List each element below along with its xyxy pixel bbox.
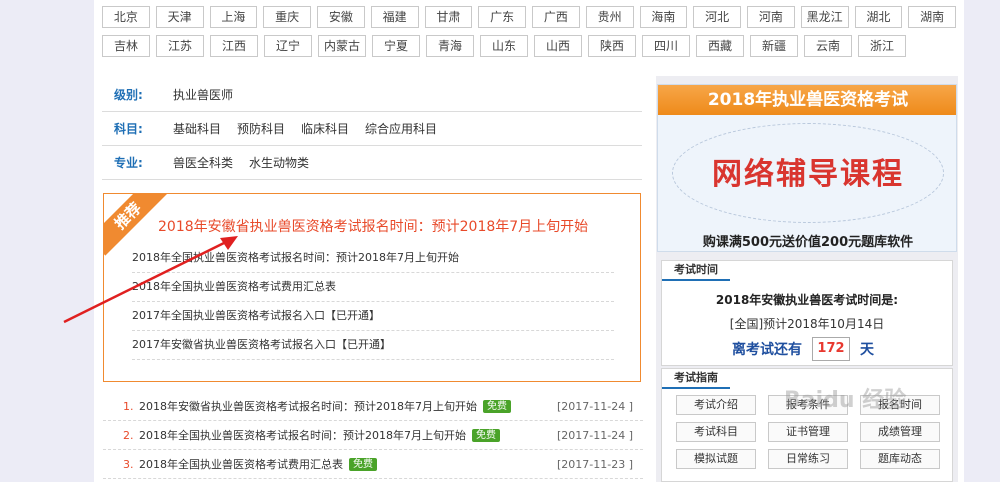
filter-item[interactable]: 执业兽医师 bbox=[173, 86, 233, 103]
province-button[interactable]: 甘肃 bbox=[424, 6, 473, 28]
guide-button[interactable]: 成绩管理 bbox=[860, 422, 940, 442]
province-button[interactable]: 云南 bbox=[804, 35, 852, 57]
news-link[interactable]: 2018年全国执业兽医资格考试费用汇总表 bbox=[139, 456, 343, 472]
province-button[interactable]: 广东 bbox=[478, 6, 526, 28]
province-row: 北京 天津 上海 重庆 安徽 福建 甘肃 广东 广西 贵州 海南 河北 河南 黑龙江 湖北 湖南 bbox=[102, 6, 962, 30]
province-button[interactable]: 江西 bbox=[210, 35, 258, 57]
news-row: 2. 2018年全国执业兽医资格考试报名时间：预计2018年7月上旬开始 免费 … bbox=[103, 421, 643, 450]
banner-title: 2018年执业兽医资格考试 bbox=[658, 85, 956, 115]
guide-button[interactable]: 题库动态 bbox=[860, 449, 940, 469]
filter-item[interactable]: 兽医全科类 bbox=[173, 154, 233, 171]
countdown: 离考试还有 172 天 bbox=[732, 337, 874, 361]
free-badge: 免费 bbox=[349, 457, 377, 471]
right-sidebar: 2018年执业兽医资格考试 网络辅导课程 购课满500元送价值200元题库软件 … bbox=[656, 76, 958, 482]
province-button[interactable]: 重庆 bbox=[263, 6, 311, 28]
guide-button[interactable]: 日常练习 bbox=[768, 449, 848, 469]
filter-item[interactable]: 基础科目 bbox=[173, 120, 221, 137]
guide-button[interactable]: 考试介绍 bbox=[676, 395, 756, 415]
news-link[interactable]: 2018年全国执业兽医资格考试报名时间：预计2018年7月上旬开始 bbox=[139, 427, 466, 443]
countdown-prefix: 离考试还有 bbox=[732, 342, 802, 358]
province-selector: 北京 天津 上海 重庆 安徽 福建 甘肃 广东 广西 贵州 海南 河北 河南 黑龙江 湖北 湖南 吉林 江苏 江西… bbox=[102, 6, 962, 64]
recommend-link[interactable]: 2018年全国执业兽医资格考试费用汇总表 bbox=[132, 273, 614, 302]
filter-item[interactable]: 综合应用科目 bbox=[365, 120, 437, 137]
province-button[interactable]: 四川 bbox=[642, 35, 690, 57]
province-button[interactable]: 青海 bbox=[426, 35, 474, 57]
news-date: [2017-11-24 ] bbox=[556, 399, 633, 413]
guide-button[interactable]: 模拟试题 bbox=[676, 449, 756, 469]
free-badge: 免费 bbox=[483, 399, 511, 413]
province-button[interactable]: 新疆 bbox=[750, 35, 798, 57]
province-button[interactable]: 天津 bbox=[155, 6, 204, 28]
banner-headline: 网络辅导课程 bbox=[712, 157, 904, 192]
province-row: 吉林 江苏 江西 辽宁 内蒙古 宁夏 青海 山东 山西 陕西 四川 西藏 新疆 云南 浙江 bbox=[102, 35, 962, 59]
exam-date: [全国]预计2018年10月14日 bbox=[729, 317, 885, 331]
province-button[interactable]: 湖北 bbox=[854, 6, 903, 28]
filter-panel: 级别: 执业兽医师 科目: 基础科目 预防科目 临床科目 综合应用科目 专业: … bbox=[102, 78, 642, 180]
recommend-link[interactable]: 2017年全国执业兽医资格考试报名入口【已开通】 bbox=[132, 302, 614, 331]
province-button[interactable]: 陕西 bbox=[588, 35, 636, 57]
news-link[interactable]: 2018年安徽省执业兽医资格考试报名时间：预计2018年7月上旬开始 bbox=[139, 398, 477, 414]
province-button[interactable]: 广西 bbox=[532, 6, 580, 28]
recommend-list: 2018年全国执业兽医资格考试报名时间：预计2018年7月上旬开始 2018年全… bbox=[132, 244, 614, 360]
filter-row-subject: 科目: 基础科目 预防科目 临床科目 综合应用科目 bbox=[102, 112, 642, 146]
filter-item[interactable]: 预防科目 bbox=[237, 120, 285, 137]
province-button[interactable]: 吉林 bbox=[102, 35, 150, 57]
recommend-link[interactable]: 2018年全国执业兽医资格考试报名时间：预计2018年7月上旬开始 bbox=[132, 244, 614, 273]
province-button[interactable]: 河北 bbox=[693, 6, 741, 28]
filter-label-subject: 科目: bbox=[114, 122, 143, 136]
news-date: [2017-11-23 ] bbox=[556, 457, 633, 471]
banner-promo: 购课满500元送价值200元题库软件 bbox=[702, 235, 914, 250]
course-banner[interactable]: 2018年执业兽医资格考试 网络辅导课程 购课满500元送价值200元题库软件 bbox=[657, 84, 957, 252]
exam-time-title: 2018年安徽执业兽医考试时间是: bbox=[715, 293, 899, 307]
province-button[interactable]: 黑龙江 bbox=[800, 6, 849, 28]
recommend-headline-link[interactable]: 2018年安徽省执业兽医资格考试报名时间：预计2018年7月上旬开始 bbox=[158, 216, 588, 236]
province-button[interactable]: 安徽 bbox=[317, 6, 365, 28]
province-button[interactable]: 河南 bbox=[747, 6, 795, 28]
free-badge: 免费 bbox=[472, 428, 500, 442]
countdown-suffix: 天 bbox=[860, 342, 874, 358]
baidu-watermark: Baidu 经验 bbox=[784, 388, 907, 413]
news-row: 1. 2018年安徽省执业兽医资格考试报名时间：预计2018年7月上旬开始 免费… bbox=[103, 392, 643, 421]
province-button[interactable]: 上海 bbox=[209, 6, 258, 28]
province-button[interactable]: 海南 bbox=[639, 6, 688, 28]
filter-label-major: 专业: bbox=[114, 156, 143, 170]
province-button[interactable]: 辽宁 bbox=[264, 35, 312, 57]
guide-button[interactable]: 考试科目 bbox=[676, 422, 756, 442]
guide-button[interactable]: 证书管理 bbox=[768, 422, 848, 442]
province-button[interactable]: 福建 bbox=[370, 6, 419, 28]
province-button[interactable]: 西藏 bbox=[696, 35, 744, 57]
filter-row-level: 级别: 执业兽医师 bbox=[102, 78, 642, 112]
tab-exam-time[interactable]: 考试时间 bbox=[662, 261, 730, 281]
filter-label-level: 级别: bbox=[114, 88, 143, 102]
filter-item[interactable]: 水生动物类 bbox=[249, 154, 309, 171]
province-button[interactable]: 江苏 bbox=[156, 35, 204, 57]
news-number: 1. bbox=[123, 399, 134, 413]
news-list: 1. 2018年安徽省执业兽医资格考试报名时间：预计2018年7月上旬开始 免费… bbox=[103, 392, 643, 479]
tab-exam-guide[interactable]: 考试指南 bbox=[662, 369, 730, 389]
recommend-box: 推荐 2018年安徽省执业兽医资格考试报名时间：预计2018年7月上旬开始 20… bbox=[103, 193, 641, 382]
filter-row-major: 专业: 兽医全科类 水生动物类 bbox=[102, 146, 642, 180]
exam-time-panel: 考试时间 2018年安徽执业兽医考试时间是: [全国]预计2018年10月14日… bbox=[661, 260, 953, 366]
province-button[interactable]: 山东 bbox=[480, 35, 528, 57]
province-button[interactable]: 内蒙古 bbox=[318, 35, 366, 57]
province-button[interactable]: 浙江 bbox=[858, 35, 906, 57]
countdown-days: 172 bbox=[812, 337, 850, 361]
news-number: 2. bbox=[123, 428, 134, 442]
province-button[interactable]: 贵州 bbox=[585, 6, 634, 28]
recommend-link[interactable]: 2017年安徽省执业兽医资格考试报名入口【已开通】 bbox=[132, 331, 614, 360]
province-button[interactable]: 湖南 bbox=[908, 6, 956, 28]
news-number: 3. bbox=[123, 457, 134, 471]
news-row: 3. 2018年全国执业兽医资格考试费用汇总表 免费 [2017-11-23 ] bbox=[103, 450, 643, 479]
province-button[interactable]: 北京 bbox=[102, 6, 150, 28]
news-date: [2017-11-24 ] bbox=[556, 428, 633, 442]
province-button[interactable]: 宁夏 bbox=[372, 35, 420, 57]
province-button[interactable]: 山西 bbox=[534, 35, 582, 57]
filter-item[interactable]: 临床科目 bbox=[301, 120, 349, 137]
